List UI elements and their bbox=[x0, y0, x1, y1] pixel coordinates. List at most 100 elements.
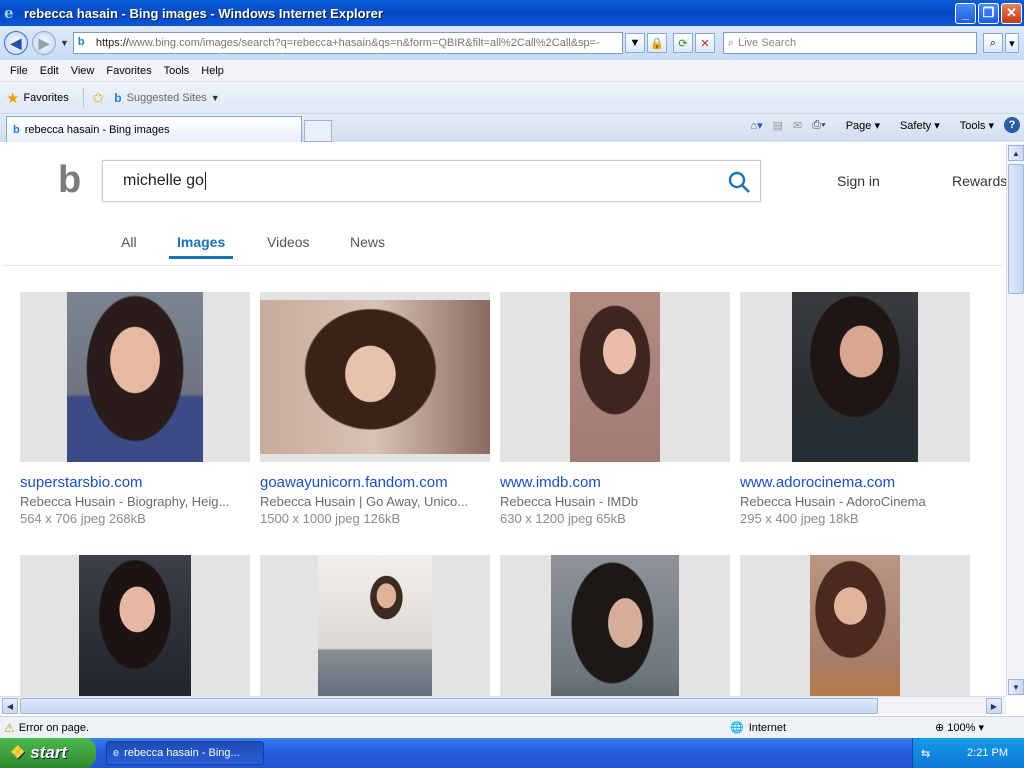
scroll-left-icon[interactable]: ◀ bbox=[2, 698, 18, 714]
start-label: start bbox=[30, 743, 68, 762]
bing-search-input[interactable]: michelle go bbox=[102, 160, 761, 202]
search-options-dropdown-icon[interactable]: ▾ bbox=[1004, 33, 1019, 53]
taskbar-item-ie[interactable]: e rebecca hasain - Bing... bbox=[106, 741, 264, 765]
zoom-level[interactable]: ⊕ 100% ▾ bbox=[935, 721, 984, 734]
live-search-go-icon[interactable]: ⌕ bbox=[982, 33, 1003, 53]
taskbar-item-label: rebecca hasain - Bing... bbox=[124, 747, 240, 759]
portrait-image bbox=[810, 555, 900, 696]
vertical-scroll-thumb[interactable] bbox=[1008, 164, 1024, 294]
read-mail-icon[interactable]: ✉ bbox=[793, 119, 802, 132]
page-menu[interactable]: Page ▾ bbox=[836, 119, 880, 132]
status-text[interactable]: Error on page. bbox=[19, 722, 89, 734]
scroll-up-icon[interactable]: ▲ bbox=[1008, 145, 1024, 161]
forward-button[interactable]: ▶ bbox=[32, 31, 56, 55]
bing-page-icon: b bbox=[77, 36, 85, 48]
result-thumbnail[interactable] bbox=[260, 555, 490, 696]
result-site-link[interactable]: www.imdb.com bbox=[500, 474, 601, 491]
refresh-icon[interactable]: ⟳ bbox=[672, 33, 693, 53]
live-search-placeholder: Live Search bbox=[738, 37, 797, 49]
menu-edit[interactable]: Edit bbox=[40, 65, 59, 77]
clock: 2:21 PM bbox=[967, 747, 1008, 759]
tab-videos[interactable]: Videos bbox=[267, 234, 310, 250]
bing-logo-icon[interactable]: b bbox=[58, 160, 88, 200]
tab-all[interactable]: All bbox=[121, 234, 137, 250]
result-thumbnail[interactable] bbox=[500, 555, 730, 696]
menu-tools[interactable]: Tools bbox=[164, 65, 190, 77]
tab-news[interactable]: News bbox=[350, 234, 385, 250]
menu-bar: File Edit View Favorites Tools Help bbox=[0, 60, 1024, 82]
menu-file[interactable]: File bbox=[10, 65, 28, 77]
title-bar: e rebecca hasain - Bing images - Windows… bbox=[0, 0, 1024, 26]
add-favorites-icon[interactable]: ✩ bbox=[92, 89, 105, 107]
portrait-image bbox=[570, 292, 660, 462]
tools-menu[interactable]: Tools ▾ bbox=[950, 119, 994, 132]
live-search-input[interactable]: ⌕ Live Search bbox=[722, 32, 977, 54]
command-bar: ⌂▾ ▤ ✉ ⎙▾ Page ▾ Safety ▾ Tools ▾ ? bbox=[740, 117, 1020, 133]
system-tray: ⇆ 2:21 PM bbox=[912, 738, 1024, 768]
url-host: www.bing.com bbox=[128, 37, 200, 49]
result-thumbnail[interactable] bbox=[260, 292, 490, 462]
result-thumbnail[interactable] bbox=[20, 292, 250, 462]
text-caret bbox=[204, 172, 206, 190]
home-icon[interactable]: ⌂▾ bbox=[750, 119, 762, 132]
minimize-button[interactable]: _ bbox=[955, 2, 976, 24]
favorites-star-icon: ★ bbox=[6, 89, 20, 107]
suggested-dropdown-icon[interactable]: ▼ bbox=[211, 93, 220, 103]
bing-page-icon: b bbox=[114, 90, 122, 105]
warning-icon[interactable]: ⚠ bbox=[4, 721, 15, 735]
tab-images[interactable]: Images bbox=[168, 234, 234, 259]
sign-in-link[interactable]: Sign in bbox=[837, 173, 880, 189]
start-button[interactable]: ❖ start bbox=[0, 738, 96, 768]
result-title[interactable]: Rebecca Husain - AdoroCinema bbox=[740, 494, 970, 509]
new-tab-button[interactable] bbox=[304, 120, 332, 142]
result-site-link[interactable]: superstarsbio.com bbox=[20, 474, 143, 491]
close-button[interactable]: ✕ bbox=[1001, 2, 1022, 24]
result-title[interactable]: Rebecca Husain - Biography, Heig... bbox=[20, 494, 250, 509]
menu-help[interactable]: Help bbox=[201, 65, 224, 77]
recent-pages-dropdown-icon[interactable]: ▼ bbox=[60, 38, 69, 48]
result-thumbnail[interactable] bbox=[20, 555, 250, 696]
suggested-sites-link[interactable]: Suggested Sites bbox=[127, 92, 207, 104]
maximize-button[interactable]: ❐ bbox=[978, 2, 999, 24]
favorites-button[interactable]: Favorites bbox=[23, 92, 68, 104]
security-zone[interactable]: 🌐 Internet bbox=[730, 721, 786, 735]
search-icon[interactable] bbox=[726, 169, 752, 195]
result-meta: 295 x 400 jpeg 18kB bbox=[740, 511, 859, 526]
horizontal-scrollbar[interactable]: ◀ ▶ bbox=[0, 696, 1006, 714]
result-thumbnail[interactable] bbox=[740, 555, 970, 696]
result-thumbnail[interactable] bbox=[740, 292, 970, 462]
windows-flag-icon: ❖ bbox=[10, 743, 26, 762]
feeds-icon[interactable]: ▤ bbox=[773, 119, 783, 132]
ie-icon: e bbox=[113, 747, 120, 759]
portrait-image bbox=[260, 300, 490, 454]
vertical-scrollbar[interactable]: ▲ ▼ bbox=[1006, 144, 1024, 696]
tab-current[interactable]: b rebecca hasain - Bing images bbox=[6, 116, 302, 142]
stop-icon[interactable]: ✕ bbox=[694, 33, 715, 53]
result-title[interactable]: Rebecca Husain | Go Away, Unico... bbox=[260, 494, 490, 509]
result-thumbnail[interactable] bbox=[500, 292, 730, 462]
menu-favorites[interactable]: Favorites bbox=[106, 65, 151, 77]
divider bbox=[82, 87, 84, 108]
safety-menu[interactable]: Safety ▾ bbox=[890, 119, 940, 132]
result-site-link[interactable]: goawayunicorn.fandom.com bbox=[260, 474, 448, 491]
scroll-down-icon[interactable]: ▼ bbox=[1008, 679, 1024, 695]
print-icon[interactable]: ⎙▾ bbox=[812, 119, 825, 132]
lock-icon[interactable]: 🔒 bbox=[646, 33, 667, 53]
scroll-right-icon[interactable]: ▶ bbox=[986, 698, 1002, 714]
back-button[interactable]: ◀ bbox=[4, 31, 28, 55]
rewards-link[interactable]: Rewards bbox=[952, 173, 1006, 189]
horizontal-scroll-thumb[interactable] bbox=[20, 698, 878, 714]
result-title[interactable]: Rebecca Husain - IMDb bbox=[500, 494, 730, 509]
portrait-image bbox=[551, 555, 679, 696]
globe-icon: 🌐 bbox=[730, 722, 744, 734]
ie-icon: e bbox=[4, 4, 14, 22]
address-bar[interactable]: b https://www.bing.com/images/search?q=r… bbox=[72, 32, 623, 54]
help-icon[interactable]: ? bbox=[1004, 117, 1020, 133]
network-icon[interactable]: ⇆ bbox=[921, 747, 930, 760]
address-dropdown-icon[interactable]: ▼ bbox=[624, 33, 645, 53]
result-meta: 630 x 1200 jpeg 65kB bbox=[500, 511, 626, 526]
favorites-bar: ★ Favorites ✩ b Suggested Sites ▼ bbox=[0, 82, 1024, 114]
result-meta: 1500 x 1000 jpeg 126kB bbox=[260, 511, 401, 526]
menu-view[interactable]: View bbox=[71, 65, 95, 77]
result-site-link[interactable]: www.adorocinema.com bbox=[740, 474, 895, 491]
